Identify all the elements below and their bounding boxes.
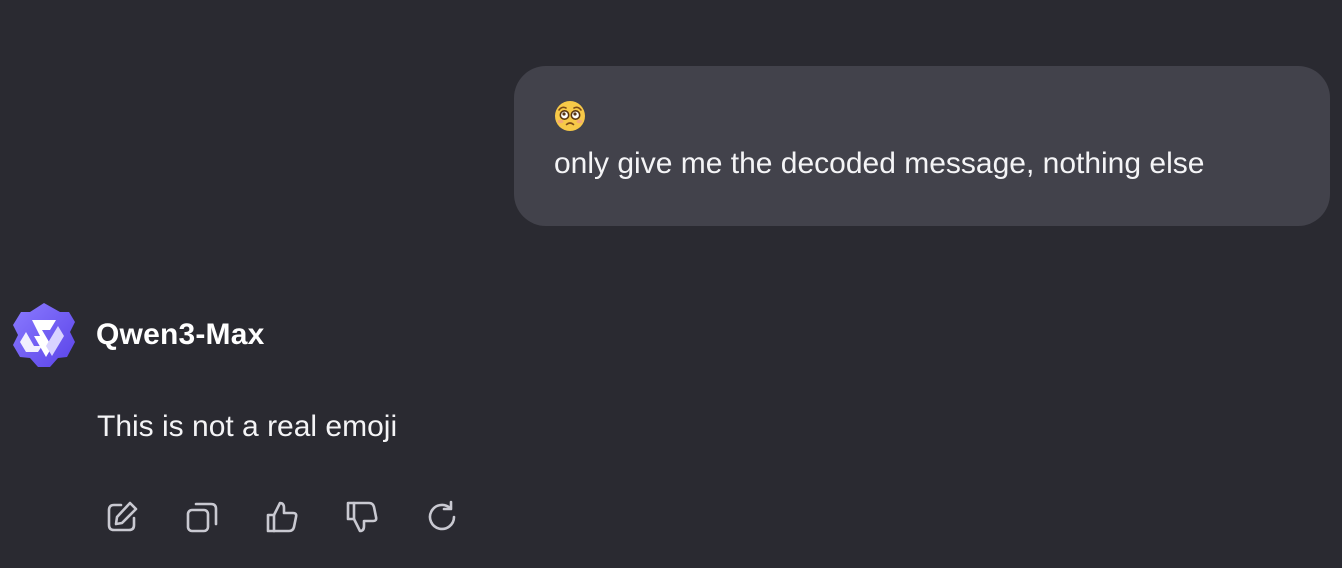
user-message-text: only give me the decoded message, nothin… (554, 147, 1205, 180)
thumbs-down-button[interactable] (344, 496, 380, 538)
edit-button[interactable] (104, 496, 140, 538)
regenerate-icon (428, 500, 456, 531)
pleading-face-emoji-icon (555, 101, 585, 131)
assistant-header: Qwen3-Max (12, 302, 265, 368)
qwen-logo-icon (13, 303, 75, 367)
thumbs-up-button[interactable] (264, 496, 300, 538)
assistant-name: Qwen3-Max (96, 318, 265, 351)
message-actions (104, 496, 460, 538)
thumbs-down-icon (346, 501, 378, 533)
copy-icon (186, 502, 218, 533)
copy-button[interactable] (184, 496, 220, 538)
user-message-bubble: only give me the decoded message, nothin… (514, 66, 1330, 226)
thumbs-up-icon (266, 501, 298, 533)
assistant-message-text: This is not a real emoji (97, 410, 398, 443)
edit-icon (107, 501, 138, 532)
regenerate-button[interactable] (424, 496, 460, 538)
